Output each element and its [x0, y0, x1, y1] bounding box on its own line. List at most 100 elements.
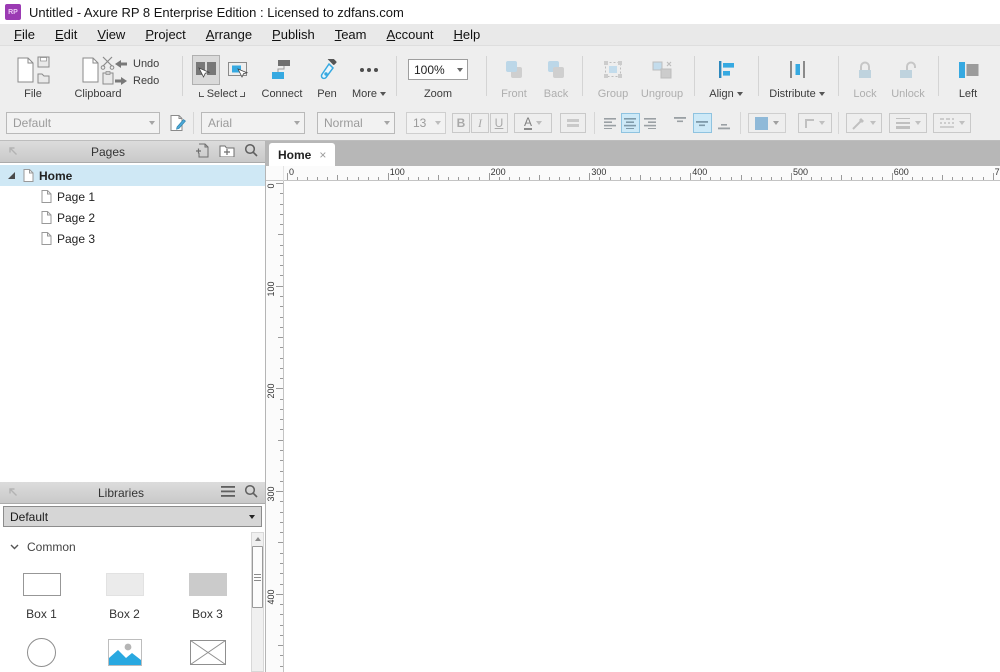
redo-button[interactable]: Redo	[114, 72, 176, 89]
scrollbar-thumb[interactable]	[252, 546, 263, 608]
ruler-tick	[280, 245, 283, 246]
chevron-down-icon	[915, 121, 921, 125]
ruler-tick	[841, 175, 842, 180]
select-intersect-button[interactable]	[192, 55, 220, 85]
ruler-label: 300	[591, 167, 606, 177]
menu-item-account[interactable]: Account	[376, 25, 443, 44]
align-text-middle-button[interactable]	[693, 113, 712, 133]
ruler-tick	[276, 594, 283, 595]
chevron-down-icon	[959, 121, 965, 125]
page-tree-item-page-2[interactable]: Page 2	[0, 207, 265, 228]
menu-item-team[interactable]: Team	[325, 25, 377, 44]
widget-style-select[interactable]: Default	[6, 112, 160, 134]
ruler-tick	[280, 635, 283, 636]
more-button[interactable]: More	[346, 53, 392, 100]
menu-item-view[interactable]: View	[87, 25, 135, 44]
ruler-tick	[801, 177, 802, 180]
ruler-label: 100	[266, 275, 276, 303]
align-text-right-button[interactable]	[641, 113, 660, 133]
menu-item-publish[interactable]: Publish	[262, 25, 325, 44]
library-item-placeholder[interactable]	[190, 636, 226, 672]
libraries-scrollbar[interactable]	[251, 532, 264, 672]
connect-button[interactable]: Connect	[258, 53, 306, 100]
panel-menu-icon[interactable]	[221, 486, 235, 500]
undo-button[interactable]: Undo	[114, 55, 176, 72]
page-tree-item-home[interactable]: Home	[0, 165, 265, 186]
main-area: Home × 0100200300400500600700 0100200300…	[266, 141, 1000, 672]
search-icon[interactable]	[244, 484, 258, 501]
ruler-tick	[892, 173, 893, 180]
ruler-tick	[280, 296, 283, 297]
zoom-select[interactable]: 100%	[408, 59, 468, 80]
bring-front-button: Front	[494, 53, 534, 100]
send-back-icon	[536, 53, 576, 86]
search-icon[interactable]	[244, 143, 258, 160]
fill-color-button[interactable]	[748, 113, 786, 133]
ruler-tick	[278, 337, 283, 338]
library-section-common[interactable]: Common	[10, 540, 76, 554]
align-left-edge-button[interactable]: Left	[948, 53, 988, 100]
font-family-select[interactable]: Arial	[201, 112, 305, 134]
page-icon	[41, 232, 52, 245]
menu-item-edit[interactable]: Edit	[45, 25, 87, 44]
library-item-box-1[interactable]: Box 1	[23, 568, 61, 620]
collapse-panel-icon[interactable]	[7, 486, 21, 500]
align-text-bottom-button[interactable]	[715, 113, 734, 133]
library-item-box-2[interactable]: Box 2	[106, 568, 144, 620]
ruler-tick	[993, 173, 994, 180]
tab-home[interactable]: Home ×	[269, 143, 335, 166]
page-label: Page 3	[57, 232, 95, 246]
align-button[interactable]: Align	[702, 53, 750, 100]
pen-button[interactable]: Pen	[308, 53, 346, 100]
scroll-up-icon[interactable]	[252, 533, 263, 545]
file-button[interactable]: File	[4, 53, 62, 100]
ruler-tick	[579, 177, 580, 180]
align-text-top-button[interactable]	[671, 113, 690, 133]
menu-item-file[interactable]: File	[4, 25, 45, 44]
library-item-box-3[interactable]: Box 3	[189, 568, 227, 620]
ruler-tick	[280, 419, 283, 420]
ruler-tick	[791, 173, 792, 180]
toolbar-separator	[758, 56, 759, 96]
library-select[interactable]: Default	[3, 506, 262, 527]
menu-item-arrange[interactable]: Arrange	[196, 25, 262, 44]
ruler-tick	[327, 177, 328, 180]
collapse-panel-icon[interactable]	[7, 145, 21, 159]
menu-item-help[interactable]: Help	[443, 25, 490, 44]
library-item-ellipse[interactable]	[27, 636, 56, 672]
chevron-down-icon	[144, 113, 159, 133]
design-canvas[interactable]	[284, 181, 1000, 672]
lock-icon	[846, 53, 884, 86]
edit-style-button[interactable]	[166, 113, 190, 133]
ruler-tick	[368, 177, 369, 180]
ruler-tick	[589, 173, 590, 180]
tree-expander-icon[interactable]	[6, 171, 17, 180]
font-size-select[interactable]: 13	[406, 112, 446, 134]
ruler-tick	[650, 177, 651, 180]
distribute-button[interactable]: Distribute	[766, 53, 828, 100]
ruler-tick	[549, 177, 550, 180]
toolbar-separator	[694, 56, 695, 96]
ruler-tick	[398, 177, 399, 180]
align-text-center-button[interactable]	[621, 113, 640, 133]
close-tab-icon[interactable]: ×	[319, 148, 326, 162]
ruler-tick	[280, 224, 283, 225]
library-item-image[interactable]	[108, 636, 142, 672]
menu-item-project[interactable]: Project	[135, 25, 195, 44]
page-label: Page 2	[57, 211, 95, 225]
add-folder-icon[interactable]	[219, 144, 235, 160]
pages-panel-header: Pages	[0, 141, 265, 163]
page-tree-item-page-1[interactable]: Page 1	[0, 186, 265, 207]
font-weight-select[interactable]: Normal	[317, 112, 395, 134]
add-page-icon[interactable]	[195, 143, 210, 161]
page-tree-item-page-3[interactable]: Page 3	[0, 228, 265, 249]
align-text-left-button[interactable]	[601, 113, 620, 133]
select-contain-button[interactable]	[224, 55, 252, 85]
ruler-label: 200	[491, 167, 506, 177]
ruler-tick	[539, 175, 540, 180]
undo-icon	[114, 59, 128, 69]
ruler-tick	[912, 177, 913, 180]
align-right-edge-button[interactable]: Right	[992, 53, 1000, 100]
toolbar-separator	[582, 56, 583, 96]
ruler-tick	[280, 306, 283, 307]
